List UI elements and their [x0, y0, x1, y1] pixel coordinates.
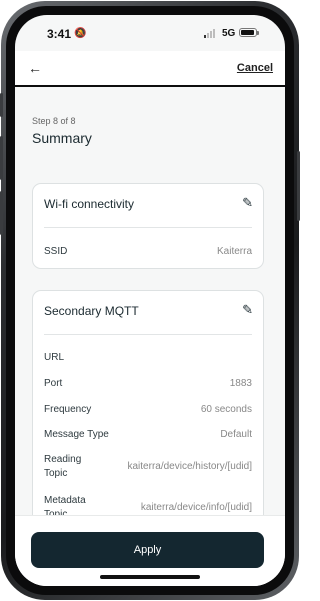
mqtt-card-title: Secondary MQTT: [44, 304, 139, 318]
row-value: kaiterra/device/info/[udid]: [140, 502, 252, 513]
step-indicator: Step 8 of 8: [32, 116, 76, 126]
row-value: kaiterra/device/history/[udid]: [127, 461, 252, 472]
row-value: Default: [220, 429, 252, 440]
card-divider: [44, 227, 252, 228]
battery-icon: [239, 28, 259, 37]
row-label: URL: [44, 352, 65, 363]
page-title: Summary: [32, 130, 92, 146]
app-screen: 3:41 🔕 5G ← Cancel Step 8 of 8 Summary W…: [15, 15, 285, 586]
signal-icon: [204, 29, 215, 38]
home-indicator[interactable]: [100, 575, 200, 579]
summary-content: Step 8 of 8 Summary Wi-fi connectivity ✎…: [15, 89, 285, 530]
volume-down-button: [0, 191, 3, 235]
top-nav: ← Cancel: [15, 51, 285, 87]
row-value: Kaiterra: [216, 246, 252, 257]
row-label: Frequency: [44, 404, 92, 415]
row-label: Message Type: [44, 429, 109, 440]
row-label: Reading Topic: [44, 454, 82, 479]
edit-mqtt-icon[interactable]: ✎: [242, 302, 253, 318]
row-value: 1883: [229, 378, 252, 389]
volume-up-button: [0, 136, 3, 180]
status-time: 3:41: [47, 27, 72, 41]
row-label: SSID: [44, 246, 68, 257]
mqtt-card: Secondary MQTT ✎ URL Port 1883 Frequency…: [32, 290, 264, 530]
edit-wifi-icon[interactable]: ✎: [242, 195, 253, 211]
network-type: 5G: [222, 28, 236, 39]
cancel-button[interactable]: Cancel: [237, 62, 273, 74]
bottom-action-bar: Apply: [15, 515, 285, 586]
status-bar: 3:41 🔕 5G: [15, 15, 285, 51]
power-button: [297, 151, 300, 221]
apply-button[interactable]: Apply: [31, 532, 264, 568]
bell-slash-icon: 🔕: [74, 28, 87, 39]
card-divider: [44, 334, 252, 335]
wifi-card: Wi-fi connectivity ✎ SSID Kaiterra: [32, 183, 264, 269]
back-arrow-icon[interactable]: ←: [28, 60, 42, 76]
silent-switch: [0, 93, 3, 117]
row-label: Port: [44, 378, 63, 389]
row-value: 60 seconds: [200, 404, 252, 415]
wifi-card-title: Wi-fi connectivity: [44, 197, 135, 211]
